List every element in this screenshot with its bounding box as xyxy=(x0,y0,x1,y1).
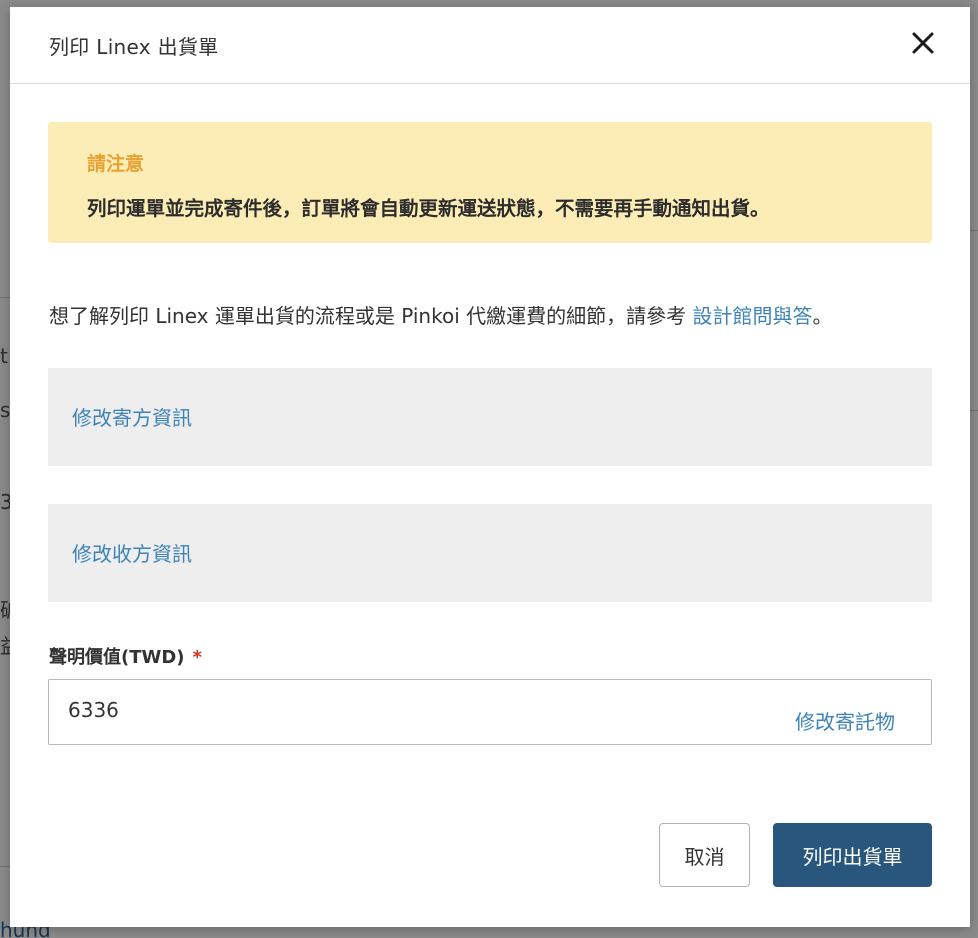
notice-title: 請注意 xyxy=(87,153,145,175)
backdrop-divider xyxy=(0,866,10,867)
backdrop-text: 破 xyxy=(0,600,10,620)
required-mark: * xyxy=(192,647,202,668)
close-button[interactable] xyxy=(900,27,946,63)
receiver-info-panel: 修改收方資訊 xyxy=(48,504,932,602)
help-text-suffix: 。 xyxy=(812,304,833,328)
edit-shipment-items-link[interactable]: 修改寄託物 xyxy=(795,706,895,735)
declared-value-input[interactable] xyxy=(68,698,668,722)
dialog-title: 列印 Linex 出貨單 xyxy=(49,35,219,59)
print-shipping-label-button[interactable]: 列印出貨單 xyxy=(773,823,932,887)
notice-box: 請注意 列印運單並完成寄件後，訂單將會自動更新運送狀態，不需要再手動通知出貨。 xyxy=(48,122,932,243)
backdrop-divider xyxy=(970,230,978,231)
declared-value-label: 聲明價值(TWD) * xyxy=(49,643,202,669)
edit-sender-link[interactable]: 修改寄方資訊 xyxy=(72,402,192,431)
close-icon xyxy=(912,32,934,54)
backdrop-text: 益 xyxy=(0,636,10,656)
edit-receiver-link[interactable]: 修改收方資訊 xyxy=(72,538,192,567)
backdrop-divider xyxy=(970,410,978,411)
dialog-header: 列印 Linex 出貨單 xyxy=(10,7,970,84)
help-text: 想了解列印 Linex 運單出貨的流程或是 Pinkoi 代繳運費的細節，請參考… xyxy=(49,300,832,329)
declared-value-field: 修改寄託物 xyxy=(48,679,932,745)
help-text-body: 想了解列印 Linex 運單出貨的流程或是 Pinkoi 代繳運費的細節，請參考 xyxy=(49,304,693,328)
cancel-button[interactable]: 取消 xyxy=(659,823,750,887)
notice-message: 列印運單並完成寄件後，訂單將會自動更新運送狀態，不需要再手動通知出貨。 xyxy=(87,197,770,220)
backdrop-divider xyxy=(0,297,10,298)
backdrop-text: sh xyxy=(0,400,10,420)
declared-value-label-text: 聲明價值(TWD) xyxy=(49,647,185,668)
backdrop-text: t xyxy=(0,346,8,366)
print-shipping-label-dialog: 列印 Linex 出貨單 請注意 列印運單並完成寄件後，訂單將會自動更新運送狀態… xyxy=(10,7,970,927)
faq-link[interactable]: 設計館問與答 xyxy=(692,304,812,328)
sender-info-panel: 修改寄方資訊 xyxy=(48,368,932,466)
backdrop-text: 3 xyxy=(0,492,10,512)
